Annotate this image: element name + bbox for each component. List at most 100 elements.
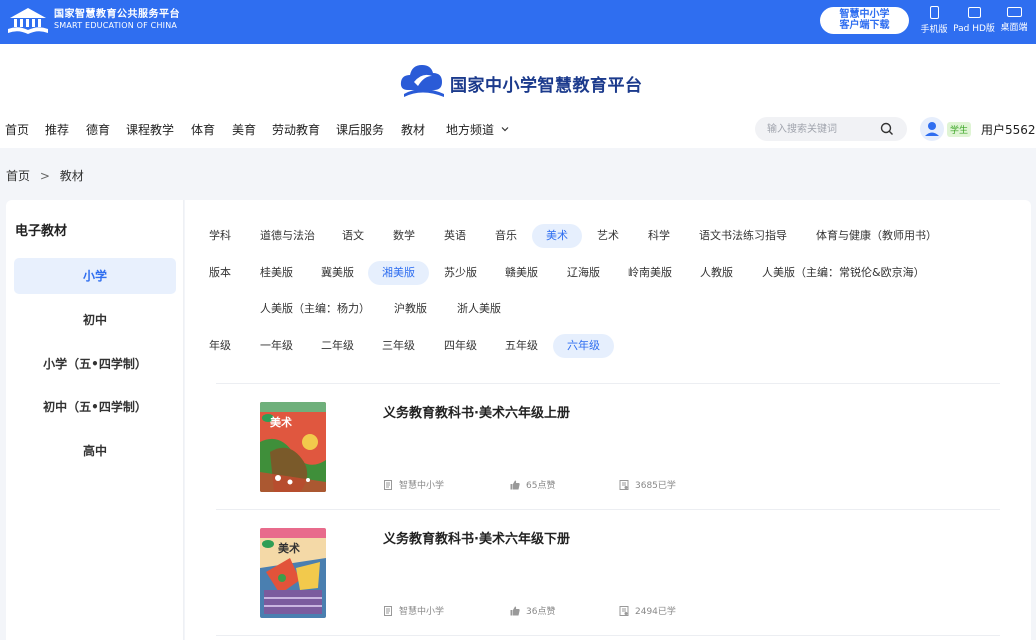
subject-option[interactable]: 艺术 — [583, 224, 633, 248]
book-cover[interactable]: 美术 — [260, 402, 326, 492]
nav-sports[interactable]: 体育 — [191, 121, 215, 138]
nav-home[interactable]: 首页 — [5, 121, 29, 138]
user-icon — [925, 122, 939, 136]
edition-option-active[interactable]: 湘美版 — [368, 261, 429, 285]
nav-after-school[interactable]: 课后服务 — [336, 121, 384, 138]
grade-option[interactable]: 四年级 — [430, 334, 491, 358]
subject-option[interactable]: 语文书法练习指导 — [685, 224, 801, 248]
sidebar-item-senior[interactable]: 高中 — [14, 433, 176, 469]
grade-option-active[interactable]: 六年级 — [553, 334, 614, 358]
learners-icon — [619, 480, 629, 490]
breadcrumb: 首页 > 教材 — [6, 167, 90, 184]
chevron-down-icon — [501, 127, 509, 132]
top-bar: 国家智慧教育公共服务平台 SMART EDUCATION OF CHINA 智慧… — [0, 0, 1036, 44]
edition-option[interactable]: 浙人美版 — [443, 297, 515, 321]
nav-local-label: 地方频道 — [446, 123, 495, 137]
client-download-button[interactable]: 智慧中小学 客户端下载 — [820, 7, 909, 34]
search-icon[interactable] — [880, 122, 894, 136]
desktop-icon — [1006, 7, 1022, 17]
subject-option-active[interactable]: 美术 — [532, 224, 582, 248]
book-likes: 65点赞 — [510, 478, 555, 491]
edition-option[interactable]: 人教版 — [686, 261, 747, 285]
device-desktop[interactable]: 桌面端 — [991, 6, 1036, 33]
subject-option[interactable]: 数学 — [379, 224, 429, 248]
brand-name-en: SMART EDUCATION OF CHINA — [54, 21, 178, 30]
grade-label: 年级 — [209, 339, 231, 352]
edition-option[interactable]: 岭南美版 — [614, 261, 686, 285]
book-cover[interactable]: 美术 — [260, 528, 326, 618]
book-likes-text: 36点赞 — [526, 607, 556, 617]
subject-option[interactable]: 语文 — [328, 224, 378, 248]
nav-moral[interactable]: 德育 — [86, 121, 110, 138]
grade-option[interactable]: 五年级 — [491, 334, 552, 358]
nav-courses[interactable]: 课程教学 — [126, 121, 174, 138]
book-likes: 36点赞 — [510, 604, 555, 617]
sidebar-item-primary[interactable]: 小学 — [14, 258, 176, 294]
main-panel: 学科 道德与法治 语文 数学 英语 音乐 美术 艺术 科学 语文书法练习指导 体… — [185, 200, 1031, 640]
sidebar-item-junior[interactable]: 初中 — [14, 302, 176, 338]
avatar[interactable] — [920, 117, 944, 141]
book-title[interactable]: 义务教育教科书·美术六年级上册 — [383, 402, 570, 421]
search-box — [755, 117, 907, 141]
edition-option[interactable]: 桂美版 — [246, 261, 307, 285]
learners-icon — [619, 606, 629, 616]
subject-option[interactable]: 音乐 — [481, 224, 531, 248]
client-line-2: 客户端下载 — [839, 20, 890, 31]
client-line-1: 智慧中小学 — [839, 9, 890, 20]
site-header: 国家中小学智慧教育平台 首页 推荐 德育 课程教学 体育 美育 劳动教育 课后服… — [0, 44, 1036, 148]
platform-brand[interactable]: 国家智慧教育公共服务平台 SMART EDUCATION OF CHINA — [54, 9, 180, 31]
subject-option[interactable]: 体育与健康（教师用书） — [802, 224, 951, 248]
grade-option[interactable]: 二年级 — [307, 334, 368, 358]
platform-logo-icon[interactable] — [398, 60, 446, 100]
thumbs-up-icon — [510, 480, 520, 490]
sidebar-item-junior-54[interactable]: 初中（五•四学制） — [14, 389, 176, 425]
username[interactable]: 用户5562 — [981, 121, 1036, 138]
device-label-pad: Pad HD版 — [953, 24, 995, 34]
divider — [216, 635, 1000, 636]
book-source-text: 智慧中小学 — [399, 607, 445, 617]
platform-title: 国家中小学智慧教育平台 — [450, 76, 643, 96]
list-item[interactable]: 美术 义务教育教科书·美术六年级上册 智慧中小学 65点赞 3685已学 — [216, 384, 1000, 510]
book-learners-text: 2494已学 — [635, 607, 676, 617]
document-icon — [384, 480, 392, 490]
breadcrumb-current: 教材 — [59, 169, 84, 183]
book-likes-text: 65点赞 — [526, 481, 556, 491]
book-source: 智慧中小学 — [383, 478, 444, 491]
nav-local-channel[interactable]: 地方频道 — [446, 121, 509, 138]
sidebar: 电子教材 小学 初中 小学（五•四学制） 初中（五•四学制） 高中 — [6, 200, 184, 640]
grade-option[interactable]: 三年级 — [368, 334, 429, 358]
edition-option[interactable]: 赣美版 — [491, 261, 552, 285]
edition-option[interactable]: 人美版（主编：常锐伦&欧京海） — [748, 261, 939, 285]
sidebar-title: 电子教材 — [15, 224, 68, 239]
book-learners: 3685已学 — [619, 478, 676, 491]
search-input[interactable] — [767, 120, 877, 138]
document-icon — [384, 606, 392, 616]
grade-option[interactable]: 一年级 — [246, 334, 307, 358]
book-cover-label: 美术 — [270, 416, 292, 429]
list-item[interactable]: 美术 义务教育教科书·美术六年级下册 智慧中小学 36点赞 2494已学 — [216, 510, 1000, 636]
book-title[interactable]: 义务教育教科书·美术六年级下册 — [383, 528, 570, 547]
edition-option[interactable]: 苏少版 — [430, 261, 491, 285]
subject-option[interactable]: 道德与法治 — [246, 224, 329, 248]
book-logo-icon[interactable] — [6, 6, 50, 36]
edition-option[interactable]: 冀美版 — [307, 261, 368, 285]
tablet-icon — [967, 7, 981, 18]
subject-option[interactable]: 科学 — [634, 224, 684, 248]
nav-labor[interactable]: 劳动教育 — [272, 121, 320, 138]
edition-option[interactable]: 沪教版 — [380, 297, 441, 321]
breadcrumb-home[interactable]: 首页 — [6, 169, 30, 183]
edition-option[interactable]: 人美版（主编：杨力） — [246, 297, 384, 321]
sidebar-item-primary-54[interactable]: 小学（五•四学制） — [14, 346, 176, 382]
role-badge: 学生 — [947, 122, 972, 137]
nav-arts[interactable]: 美育 — [232, 121, 256, 138]
book-source: 智慧中小学 — [383, 604, 444, 617]
brand-name-cn: 国家智慧教育公共服务平台 — [54, 9, 180, 20]
device-label-desktop: 桌面端 — [1000, 23, 1028, 33]
edition-option[interactable]: 辽海版 — [553, 261, 614, 285]
book-learners-text: 3685已学 — [635, 481, 676, 491]
edition-label: 版本 — [209, 266, 231, 279]
nav-textbooks[interactable]: 教材 — [401, 121, 425, 138]
book-cover-label: 美术 — [278, 542, 300, 555]
subject-option[interactable]: 英语 — [430, 224, 480, 248]
nav-recommend[interactable]: 推荐 — [45, 121, 69, 138]
